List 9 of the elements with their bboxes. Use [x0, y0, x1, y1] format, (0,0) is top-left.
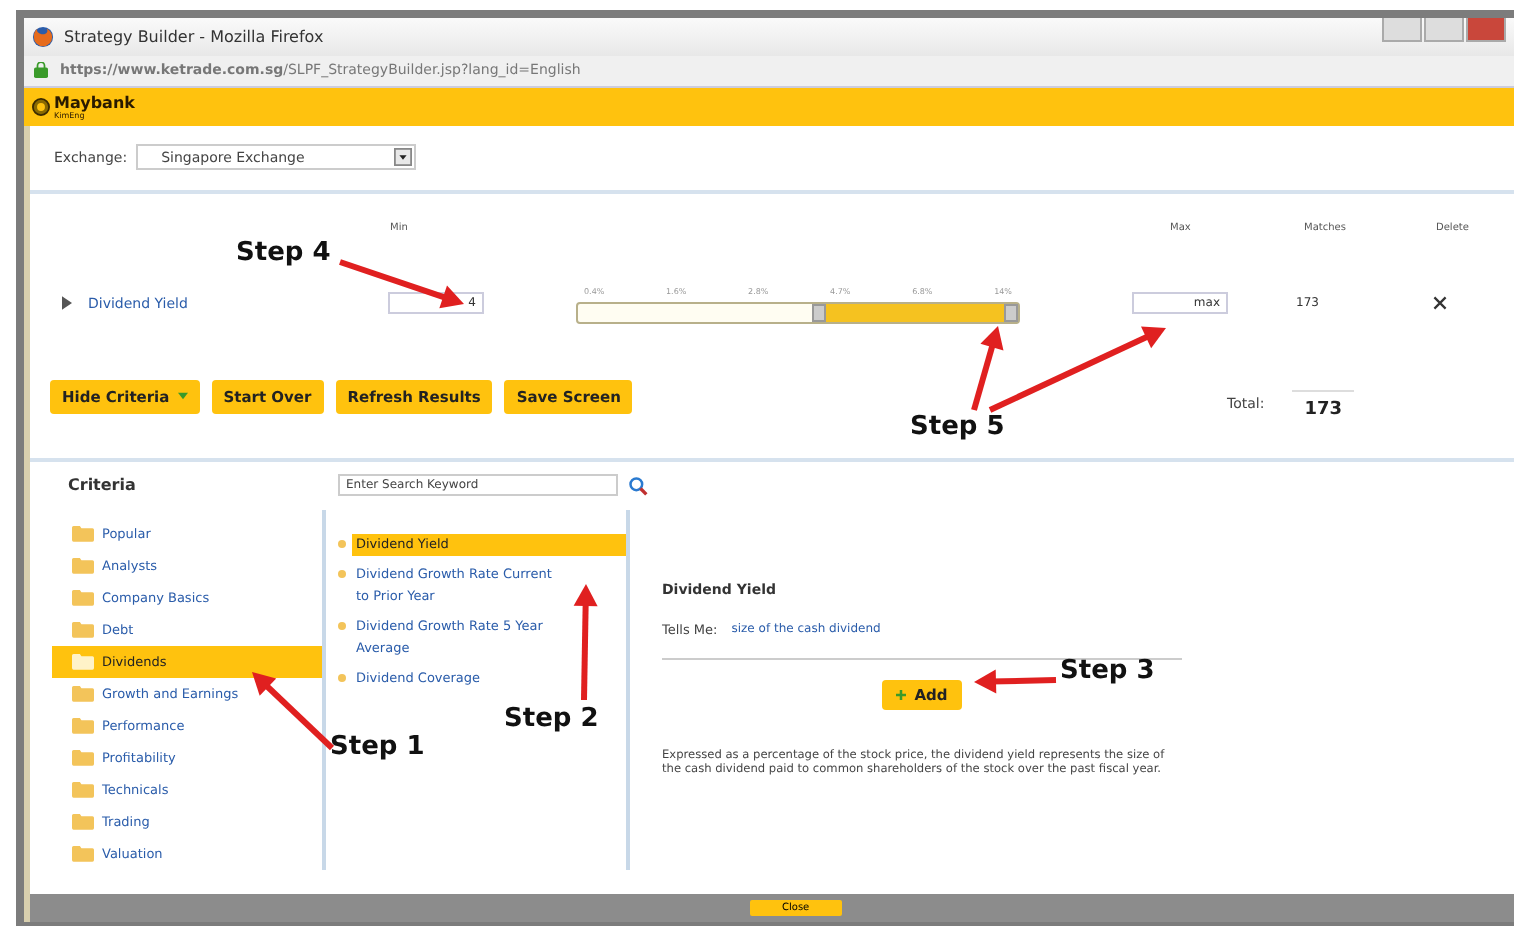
criteria-title: Criteria	[68, 476, 138, 495]
total-value: 173	[1292, 389, 1354, 420]
step-label: Step 1	[330, 732, 425, 762]
step-label: Step 2	[504, 704, 599, 734]
step-label: Step 4	[236, 238, 331, 268]
window-title: Strategy Builder - Mozilla Firefox	[64, 27, 324, 46]
step-label: Step 3	[1060, 656, 1155, 686]
brand-name: Maybank	[54, 95, 135, 112]
step-label: Step 5	[910, 412, 1005, 442]
